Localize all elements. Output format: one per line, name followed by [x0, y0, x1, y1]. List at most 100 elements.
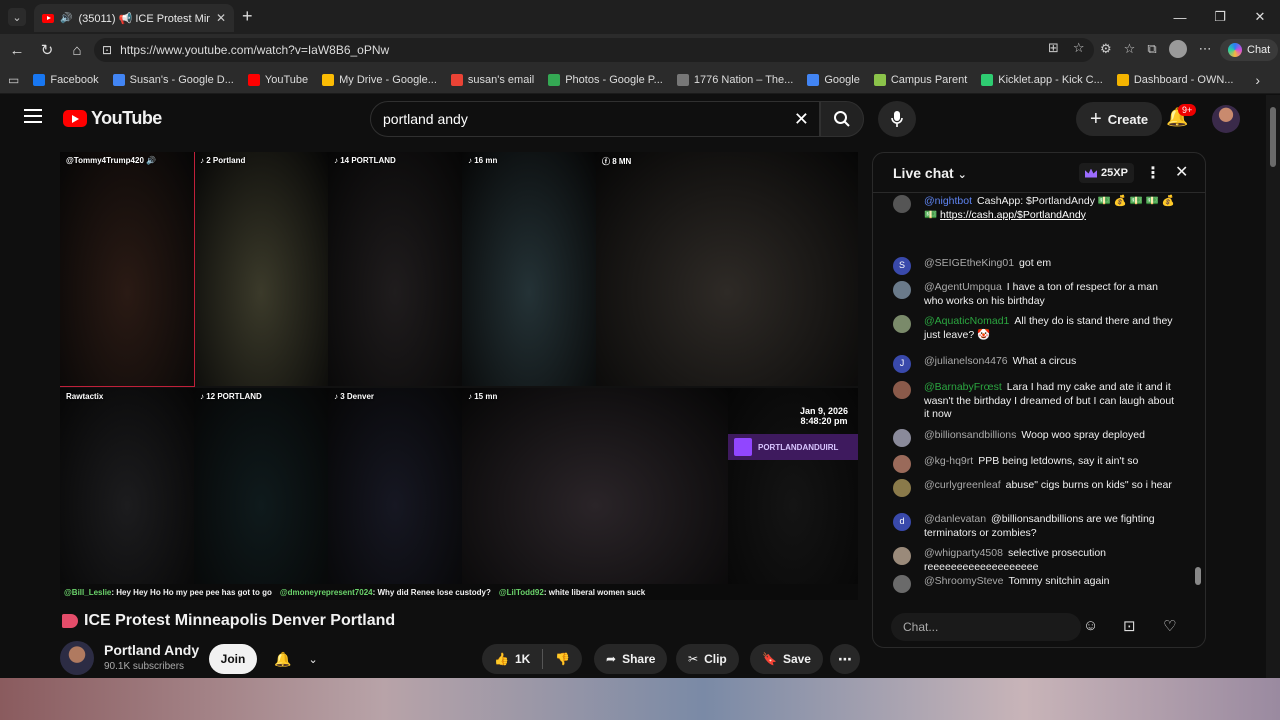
page-scrollbar-thumb[interactable] [1270, 107, 1276, 167]
chat-avatar[interactable] [893, 281, 911, 299]
emoji-icon[interactable]: ☺ [1083, 617, 1098, 634]
chat-scrollbar[interactable] [1195, 197, 1201, 593]
chat-username[interactable]: @whigparty4508 [924, 547, 1003, 559]
tile-label: ♪ 14 PORTLAND [334, 156, 396, 165]
menu-hamburger-icon[interactable] [24, 109, 42, 123]
search-input[interactable]: portland andy ✕ [370, 101, 820, 137]
extensions-icon[interactable]: ⚙ [1100, 41, 1112, 57]
bookmark-item[interactable]: Kicklet.app - Kick C... [981, 73, 1103, 86]
chat-link[interactable]: https://cash.app/$PortlandAndy [940, 209, 1086, 221]
maximize-icon[interactable]: ❐ [1200, 0, 1240, 34]
chat-username[interactable]: @SEIGEtheKing01 [924, 257, 1014, 269]
app-grid-icon[interactable]: ⊞ [1048, 40, 1059, 56]
thumbs-down-icon[interactable]: 👎 [555, 652, 570, 666]
reload-icon[interactable]: ↻ [36, 40, 58, 60]
xp-value: 25XP [1101, 167, 1128, 179]
video-player[interactable]: ♪ 15 mn ♪ 3 Denver ♪ 12 PORTLAND Rawtactix ⓕ… [60, 152, 858, 600]
more-menu-icon[interactable]: ⋯ [1199, 41, 1212, 57]
super-chat-icon[interactable]: ⊡ [1123, 617, 1136, 635]
user-avatar[interactable] [1212, 105, 1240, 133]
heart-icon[interactable]: ♡ [1163, 617, 1176, 635]
share-button[interactable]: ➦ Share [594, 644, 668, 674]
chat-avatar[interactable] [893, 479, 911, 497]
chat-avatar[interactable] [893, 455, 911, 473]
chat-avatar[interactable]: S [893, 257, 911, 275]
like-button[interactable]: 👍 1K [494, 652, 530, 666]
youtube-logo[interactable]: YouTube [63, 108, 162, 129]
chat-ticker: @Bill_Leslie: Hey Hey Ho Ho my pee pee h… [60, 584, 858, 600]
site-info-icon[interactable]: ⊡ [102, 43, 112, 57]
chat-username[interactable]: @curlygreenleaf [924, 479, 1001, 491]
window-close-icon[interactable]: ✕ [1240, 0, 1280, 34]
chat-username[interactable]: @danlevatan [924, 513, 986, 525]
search-button[interactable] [820, 101, 864, 137]
chat-avatar[interactable]: J [893, 355, 911, 373]
reading-list-icon[interactable]: ▭ [8, 73, 19, 87]
chat-avatar[interactable]: d [893, 513, 911, 531]
profile-avatar[interactable] [1168, 40, 1187, 58]
chat-avatar[interactable] [893, 315, 911, 333]
bookmark-item[interactable]: Susan's - Google D... [112, 73, 234, 86]
create-button[interactable]: + Create [1076, 102, 1163, 136]
bookmark-item[interactable]: YouTube [247, 73, 308, 86]
minimize-icon[interactable]: — [1160, 0, 1200, 34]
bookmark-item[interactable]: Dashboard - OWN... [1116, 73, 1233, 86]
bookmark-item[interactable]: My Drive - Google... [322, 73, 437, 86]
chat-username[interactable]: @ShroomySteve [924, 575, 1004, 587]
chat-mode-dropdown[interactable]: Live chat ⌄ [893, 165, 967, 181]
xp-chip[interactable]: 25XP [1079, 163, 1134, 183]
chat-input[interactable]: Chat... [891, 613, 1081, 641]
bookmark-item[interactable]: Facebook [33, 73, 99, 86]
chat-avatar[interactable] [893, 575, 911, 593]
back-arrow-icon[interactable]: ← [6, 40, 28, 60]
collections-icon[interactable]: ⧉ [1147, 41, 1156, 57]
chat-avatar[interactable] [893, 547, 911, 565]
bookmark-item[interactable]: 1776 Nation – The... [676, 73, 793, 86]
chat-avatar[interactable] [893, 381, 911, 399]
chat-avatar[interactable] [893, 429, 911, 447]
favorite-star-icon[interactable]: ☆ [1073, 40, 1085, 56]
chat-options-icon[interactable]: ⋮ [1145, 163, 1161, 183]
bookmark-item[interactable]: Google [807, 73, 860, 86]
chat-username[interactable]: @AquaticNomad1 [924, 315, 1009, 327]
chat-username[interactable]: @AgentUmpqua [924, 281, 1002, 293]
page-scrollbar[interactable] [1266, 95, 1280, 678]
bookmark-favicon-icon [112, 73, 125, 86]
bookmark-label: Susan's - Google D... [129, 73, 234, 86]
speaker-icon[interactable]: 🔊 [60, 13, 72, 24]
save-button[interactable]: 🔖 Save [750, 644, 823, 674]
tab-close-icon[interactable]: ✕ [216, 11, 226, 25]
chat-username[interactable]: @julianelson4476 [924, 355, 1008, 367]
clip-button[interactable]: ✂ Clip [676, 644, 739, 674]
subscription-notifications-button[interactable]: 🔔 ⌄ [266, 644, 326, 674]
chat-username[interactable]: @billionsandbillions [924, 429, 1016, 441]
bookmarks-overflow-chevron-icon[interactable]: › [1255, 72, 1260, 88]
join-button[interactable]: Join [209, 644, 257, 674]
favorites-icon[interactable]: ☆ [1124, 41, 1136, 57]
chat-message: @AquaticNomad1 All they do is stand there… [893, 315, 1179, 342]
chat-scrollbar-thumb[interactable] [1195, 567, 1201, 585]
chat-close-icon[interactable]: ✕ [1175, 162, 1188, 182]
more-actions-button[interactable]: ⋯ [830, 644, 860, 674]
chat-text: Woop woo spray deployed [1021, 429, 1145, 441]
chat-username[interactable]: @kg-hq9rt [924, 455, 973, 467]
channel-name[interactable]: Portland Andy [104, 642, 199, 658]
create-label: Create [1107, 111, 1149, 127]
address-bar[interactable]: ⊡ https://www.youtube.com/watch?v=IaW8B6… [94, 38, 1094, 62]
clip-label: Clip [704, 652, 727, 666]
active-tab[interactable]: 🔊 (35011) 📢 ICE Protest Minne ✕ [34, 4, 234, 32]
voice-search-button[interactable] [878, 101, 916, 137]
bookmark-item[interactable]: Photos - Google P... [548, 73, 663, 86]
chat-username[interactable]: @BarnabyFrœst [924, 381, 1002, 393]
clear-search-icon[interactable]: ✕ [794, 109, 809, 130]
home-icon[interactable]: ⌂ [66, 40, 88, 60]
bookmark-item[interactable]: Campus Parent [873, 73, 967, 86]
video-grid-tile: ♪ 3 Denver [328, 388, 462, 584]
bookmark-item[interactable]: susan's email [450, 73, 534, 86]
chat-username[interactable]: @nightbot [924, 195, 972, 207]
tab-list-chevron-icon[interactable]: ⌄ [8, 8, 26, 26]
channel-avatar[interactable] [60, 641, 94, 675]
chat-avatar[interactable] [893, 195, 911, 213]
copilot-chat-button[interactable]: Chat [1220, 39, 1279, 61]
new-tab-plus-icon[interactable]: + [242, 6, 253, 27]
